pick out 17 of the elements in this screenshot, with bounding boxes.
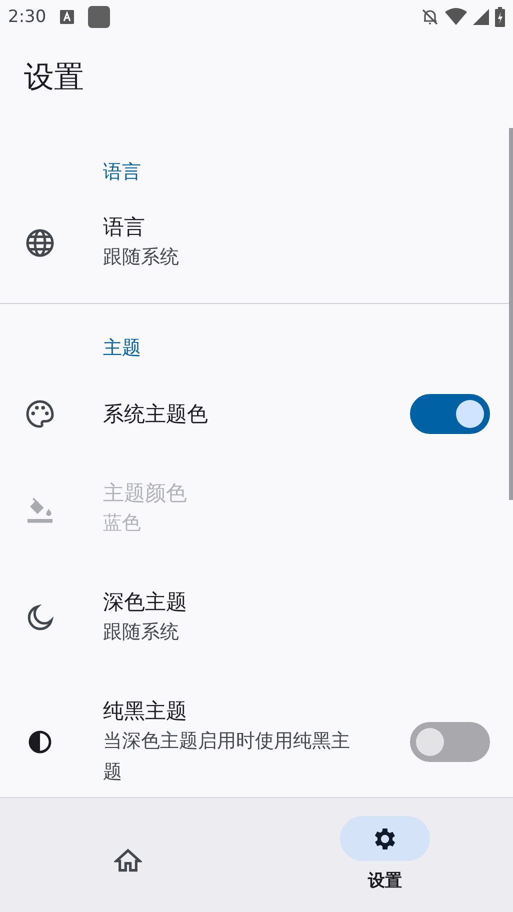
setting-description: 跟随系统 [103, 620, 180, 645]
page-title: 设置 [23, 59, 85, 97]
setting-row[interactable]: 系统主题色 [0, 374, 513, 454]
clock: 2:30 [8, 7, 46, 27]
setting-description: 跟随系统 [103, 245, 180, 270]
setting-title: 主题颜色 [103, 480, 188, 507]
setting-description: 蓝色 [103, 511, 142, 536]
setting-description: 当深色主题启用时使用纯黑主题 [103, 729, 351, 785]
setting-title: 纯黑主题 [103, 698, 188, 725]
section-header: 主题 [103, 338, 141, 358]
setting-title: 语言 [103, 214, 146, 241]
setting-row[interactable]: 语言 跟随系统 [0, 198, 513, 287]
section-header: 语言 [103, 162, 141, 182]
setting-row[interactable]: 深色主题 跟随系统 [0, 563, 513, 672]
setting-title: 系统主题色 [103, 401, 209, 428]
setting-row[interactable]: 纯黑主题 当深色主题启用时使用纯黑主题 [0, 672, 513, 797]
setting-title: 深色主题 [103, 589, 188, 616]
